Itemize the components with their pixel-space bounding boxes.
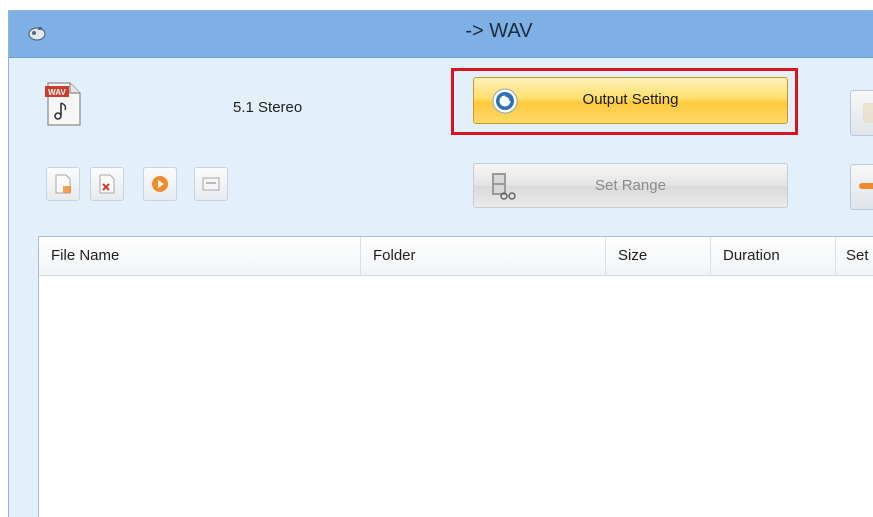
column-header-size[interactable]: Size <box>606 237 711 275</box>
app-icon[interactable] <box>27 24 47 42</box>
title-bar[interactable]: -> WAV <box>9 11 873 58</box>
play-icon <box>152 176 168 192</box>
add-file-icon <box>55 174 71 194</box>
convert-icon <box>863 103 873 123</box>
set-range-label: Set Range <box>595 177 666 194</box>
output-setting-label: Output Setting <box>582 91 679 108</box>
app-window: -> WAV WAV 5.1 Stereo Output Setting Set… <box>8 10 873 517</box>
remove-file-icon <box>99 174 115 194</box>
add-file-button[interactable] <box>46 167 80 201</box>
window-title: -> WAV <box>465 20 533 42</box>
channel-mode-label: 5.1 Stereo <box>233 99 303 116</box>
set-range-button[interactable]: Set Range <box>473 163 788 208</box>
file-list[interactable]: File Name Folder Size Duration Set <box>38 236 873 517</box>
side-action-button[interactable] <box>850 164 873 210</box>
arrow-icon <box>859 183 873 189</box>
wav-file-icon: WAV <box>45 82 81 126</box>
remove-file-button[interactable] <box>90 167 124 201</box>
column-header-duration[interactable]: Duration <box>711 237 836 275</box>
play-button[interactable] <box>143 167 177 201</box>
convert-button[interactable] <box>850 90 873 136</box>
output-setting-button[interactable]: Output Setting <box>473 77 788 124</box>
file-list-header: File Name Folder Size Duration Set <box>39 237 873 276</box>
svg-text:WAV: WAV <box>48 88 66 97</box>
column-header-file-name[interactable]: File Name <box>39 237 361 275</box>
info-button[interactable] <box>194 167 228 201</box>
column-header-folder[interactable]: Folder <box>361 237 606 275</box>
column-header-set[interactable]: Set <box>836 237 873 275</box>
info-icon <box>202 177 220 191</box>
